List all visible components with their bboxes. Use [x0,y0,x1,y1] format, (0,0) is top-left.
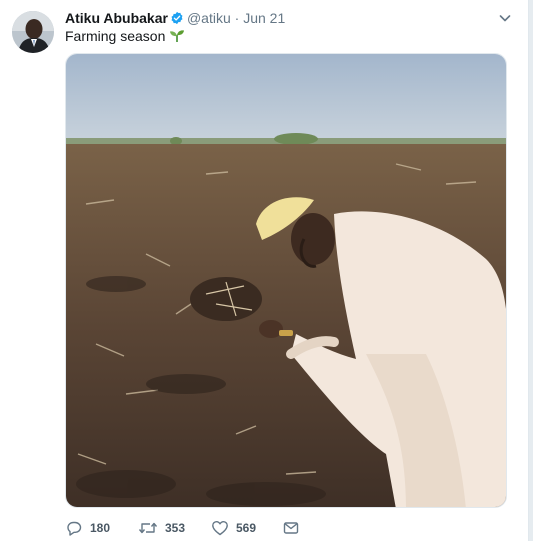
author-name[interactable]: Atiku Abubakar [65,10,168,26]
avatar-image [12,11,54,53]
tweet-header: Atiku Abubakar @atiku · Jun 21 [65,9,514,27]
retweet-count: 353 [165,521,186,535]
like-action[interactable]: 569 [211,518,256,538]
chevron-down-icon[interactable] [496,9,514,27]
direct-message-action[interactable] [282,518,307,538]
tweet-text: Farming season [65,27,185,47]
retweet-icon [138,522,158,534]
tweet-card[interactable]: Atiku Abubakar @atiku · Jun 21 Farming se… [0,0,529,541]
reply-count: 180 [90,521,111,535]
tweet-text-content: Farming season [65,28,166,44]
farming-photo-image [66,54,506,507]
seedling-icon [169,27,185,47]
envelope-icon [283,522,299,534]
header-separator: · [234,10,240,26]
reply-icon [67,521,82,536]
author-handle[interactable]: @atiku [187,10,231,26]
tweet-timestamp[interactable]: Jun 21 [243,10,285,26]
avatar[interactable] [12,11,54,53]
retweet-action[interactable]: 353 [138,518,185,538]
like-count: 569 [236,521,257,535]
tweet-photo[interactable] [65,53,507,508]
reply-action[interactable]: 180 [65,518,110,538]
heart-icon [212,521,228,536]
